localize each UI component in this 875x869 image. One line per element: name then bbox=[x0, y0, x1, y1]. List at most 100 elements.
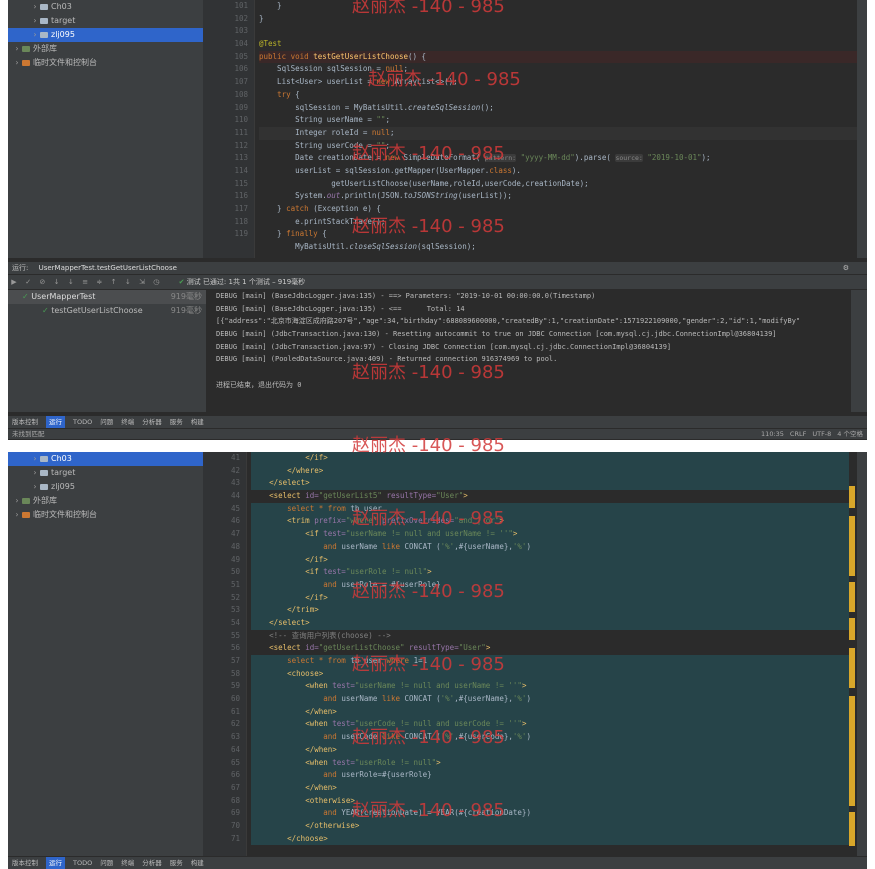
project-panel-2: › Ch03 › target › zlj095 › 外部库 › 临时文件和控制台 bbox=[8, 452, 203, 856]
chevron-right-icon[interactable]: › bbox=[12, 56, 22, 70]
watermark: 赵丽杰 -140 - 985 bbox=[352, 800, 505, 821]
rerun-icon[interactable]: ▶ bbox=[8, 275, 20, 289]
watermark: 赵丽杰 -140 - 985 bbox=[352, 581, 505, 602]
chevron-right-icon[interactable]: › bbox=[12, 494, 22, 508]
tree-item[interactable]: › Ch03 bbox=[8, 0, 203, 14]
right-tool-strip-2[interactable] bbox=[857, 452, 867, 856]
code-area[interactable]: } } @Test public void testGetUserListCho… bbox=[259, 0, 857, 254]
tool-tab[interactable]: 分析器 bbox=[142, 416, 162, 428]
project-tree-2: › Ch03 › target › zlj095 › 外部库 › 临时文件和控制台 bbox=[8, 452, 203, 522]
collapse-all-icon[interactable]: ≑ bbox=[93, 275, 105, 289]
watermark: 赵丽杰 -140 - 985 bbox=[352, 727, 505, 748]
show-ignored-icon[interactable]: ⊘ bbox=[36, 275, 48, 289]
xml-code-area[interactable]: </if> </where> </select> <select id="get… bbox=[251, 452, 849, 846]
settings-icon[interactable]: ⚙ bbox=[843, 262, 849, 274]
tool-tab[interactable]: 分析器 bbox=[142, 857, 162, 869]
code-editor[interactable]: 101 102 103 104 105 106 107 108 109 110 111 112 113 1… bbox=[203, 0, 857, 258]
export-icon[interactable]: ⇲ bbox=[136, 275, 148, 289]
watermark: 赵丽杰 -140 - 985 bbox=[352, 0, 505, 17]
tree-item[interactable]: › 外部库 bbox=[8, 42, 203, 56]
watermark: 赵丽杰 -140 - 985 bbox=[352, 216, 505, 237]
line-number: 71 bbox=[230, 833, 240, 843]
tree-item[interactable]: › target bbox=[8, 466, 203, 480]
folder-icon bbox=[40, 455, 48, 462]
tree-item-label: 临时文件和控制台 bbox=[33, 58, 97, 67]
tool-tab[interactable]: 问题 bbox=[100, 416, 113, 428]
line-number: 67 bbox=[230, 782, 240, 792]
tool-tab[interactable]: 服务 bbox=[170, 416, 183, 428]
line-number: 119 bbox=[234, 229, 248, 239]
xml-editor[interactable]: 41 42 43 44 45 46 47 48 49 50 51 52 53 54 55 56 57 58 59 60… bbox=[203, 452, 857, 856]
folder-icon bbox=[40, 483, 48, 490]
line-number: 45 bbox=[230, 503, 240, 513]
tree-item[interactable]: › Ch03 bbox=[8, 452, 203, 466]
status-item[interactable]: UTF-8 bbox=[812, 430, 831, 438]
show-passed-icon[interactable]: ✓ bbox=[22, 275, 34, 289]
tool-tab[interactable]: 版本控制 bbox=[12, 857, 38, 869]
tool-tab[interactable]: 终端 bbox=[121, 857, 134, 869]
tool-tab[interactable]: 运行 bbox=[46, 416, 65, 428]
line-number: 60 bbox=[230, 694, 240, 704]
library-icon bbox=[22, 497, 30, 504]
chevron-right-icon[interactable]: › bbox=[30, 480, 40, 494]
status-item[interactable]: 4 个空格 bbox=[837, 430, 863, 438]
tool-tab[interactable]: 服务 bbox=[170, 857, 183, 869]
chevron-right-icon[interactable]: › bbox=[30, 14, 40, 28]
tree-item[interactable]: › 外部库 bbox=[8, 494, 203, 508]
next-icon[interactable]: ↓ bbox=[122, 275, 134, 289]
tree-item[interactable]: › zlj095 bbox=[8, 480, 203, 494]
tool-tab[interactable]: 版本控制 bbox=[12, 416, 38, 428]
chevron-right-icon[interactable]: › bbox=[12, 42, 22, 56]
chevron-right-icon[interactable]: › bbox=[12, 508, 22, 522]
prev-icon[interactable]: ↑ bbox=[108, 275, 120, 289]
tool-tab[interactable]: TODO bbox=[73, 857, 92, 869]
expand-all-icon[interactable]: ≡ bbox=[79, 275, 91, 289]
chevron-right-icon[interactable]: › bbox=[30, 28, 40, 42]
status-item[interactable]: 110:35 bbox=[761, 430, 784, 438]
marker-6 bbox=[849, 696, 855, 806]
tree-item[interactable]: › zlj095 bbox=[8, 28, 203, 42]
tree-item[interactable]: › 临时文件和控制台 bbox=[8, 508, 203, 522]
history-icon[interactable]: ◷ bbox=[150, 275, 162, 289]
tool-tab[interactable]: 问题 bbox=[100, 857, 113, 869]
console-output[interactable]: DEBUG [main] (BaseJdbcLogger.java:135) -… bbox=[208, 290, 849, 412]
console-side-tools[interactable] bbox=[851, 290, 867, 412]
test-node[interactable]: ✓ UserMapperTest 919毫秒 bbox=[8, 290, 206, 304]
chevron-right-icon[interactable]: › bbox=[30, 0, 40, 14]
tree-item-label: 外部库 bbox=[33, 44, 57, 53]
right-tool-strip[interactable] bbox=[857, 0, 867, 258]
line-number: 108 bbox=[234, 89, 248, 99]
chevron-right-icon[interactable]: › bbox=[30, 452, 40, 466]
sort-alpha-icon[interactable]: ↓ bbox=[51, 275, 63, 289]
run-label: 运行: bbox=[12, 264, 29, 272]
console-icon bbox=[22, 511, 30, 518]
line-number: 110 bbox=[234, 115, 248, 125]
folder-icon bbox=[40, 3, 48, 10]
line-number: 104 bbox=[234, 39, 248, 49]
tool-tab[interactable]: 构建 bbox=[191, 416, 204, 428]
marker-4 bbox=[849, 618, 855, 640]
status-item[interactable]: CRLF bbox=[790, 430, 806, 438]
tool-tab[interactable]: 运行 bbox=[46, 857, 65, 869]
run-tab-bar[interactable]: 运行: UserMapperTest.testGetUserListChoose… bbox=[8, 262, 867, 274]
line-number: 107 bbox=[234, 77, 248, 87]
tree-item-label: Ch03 bbox=[51, 2, 72, 11]
line-number: 117 bbox=[234, 204, 248, 213]
sort-duration-icon[interactable]: ↓ bbox=[65, 275, 77, 289]
test-node-label: UserMapperTest bbox=[31, 292, 96, 301]
marker-5 bbox=[849, 648, 855, 688]
line-number: 102 bbox=[234, 13, 248, 23]
tree-item[interactable]: › 临时文件和控制台 bbox=[8, 56, 203, 70]
line-number: 50 bbox=[230, 567, 240, 577]
chevron-right-icon[interactable]: › bbox=[30, 466, 40, 480]
tree-item[interactable]: › target bbox=[8, 14, 203, 28]
check-icon: ✓ bbox=[22, 292, 32, 301]
test-time: 919毫秒 bbox=[170, 292, 202, 301]
tool-tab[interactable]: 终端 bbox=[121, 416, 134, 428]
run-tab[interactable]: UserMapperTest.testGetUserListChoose bbox=[39, 264, 177, 272]
tool-tab[interactable]: TODO bbox=[73, 416, 92, 428]
tool-tab[interactable]: 构建 bbox=[191, 857, 204, 869]
line-number: 65 bbox=[230, 757, 240, 767]
test-node[interactable]: ✓ testGetUserListChoose 919毫秒 bbox=[8, 304, 206, 318]
bottom-tool-bar-2: 版本控制 运行 TODO 问题 终端 分析器 服务 构建 bbox=[8, 857, 867, 869]
